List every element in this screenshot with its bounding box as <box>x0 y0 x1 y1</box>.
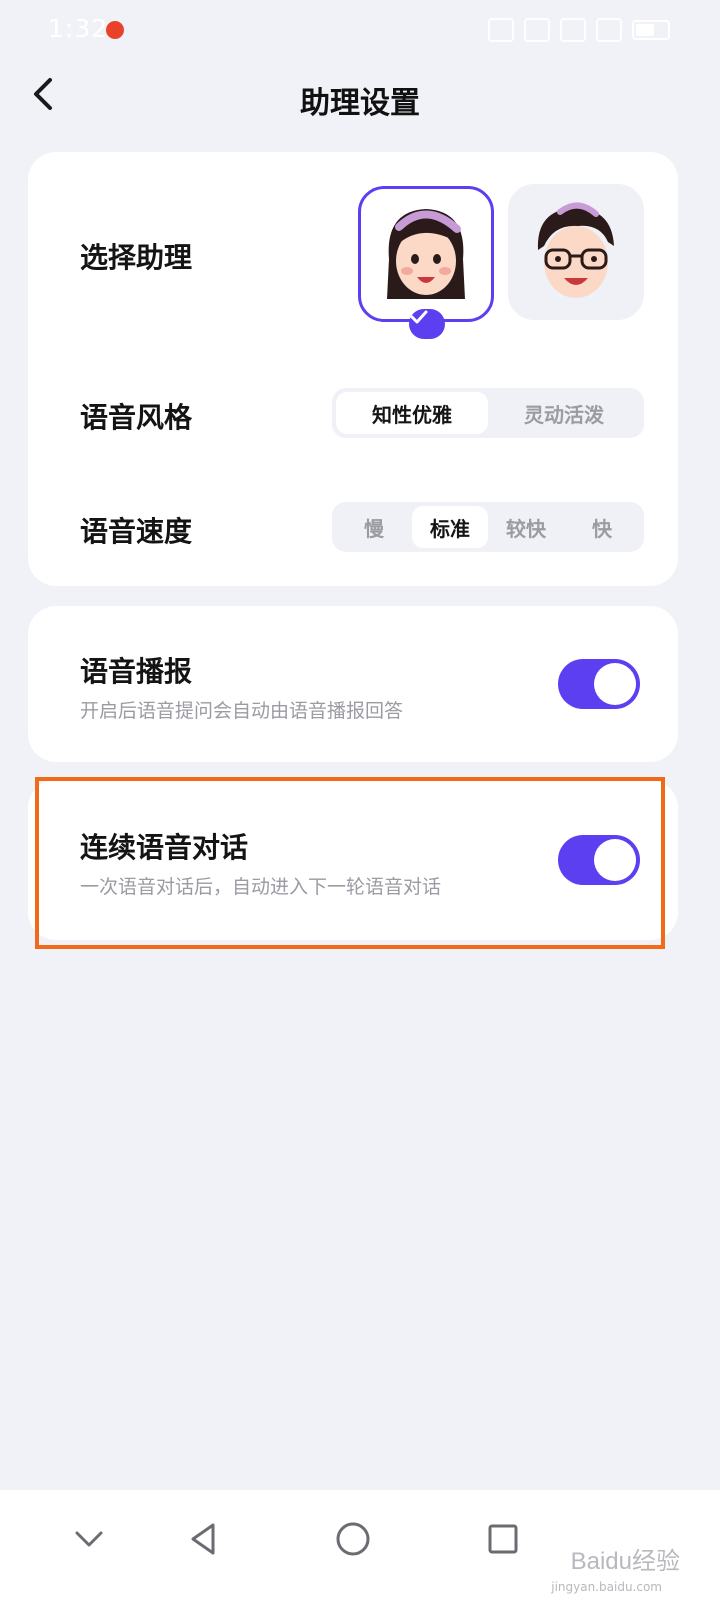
voice-style-label: 语音风格 <box>80 401 193 434</box>
status-icons <box>488 18 670 42</box>
alarm-icon <box>488 18 514 42</box>
status-bar: 1:32 <box>0 0 720 62</box>
watermark: Baidu经验 <box>570 1548 680 1575</box>
voice-style-option[interactable]: 知性优雅 <box>336 392 488 434</box>
nav-back-button[interactable] <box>178 1514 228 1564</box>
signal-icon <box>596 18 622 42</box>
select-assistant-label: 选择助理 <box>80 241 193 274</box>
voice-speed-option[interactable]: 慢 <box>336 506 412 548</box>
selected-check-icon <box>409 309 445 339</box>
voice-style-selector: 知性优雅 灵动活泼 <box>332 388 644 438</box>
male-avatar-icon <box>537 202 614 298</box>
voice-speed-selector: 慢 标准 较快 快 <box>332 502 644 552</box>
back-triangle-icon <box>191 1523 215 1555</box>
voice-speed-option[interactable]: 标准 <box>412 506 488 548</box>
battery-icon <box>632 20 670 40</box>
system-nav-bar: Baidu经验 jingyan.baidu.com <box>0 1490 720 1600</box>
voice-broadcast-title: 语音播报 <box>80 655 193 688</box>
nav-recents-button[interactable] <box>478 1514 528 1564</box>
voice-style-option[interactable]: 灵动活泼 <box>488 392 640 434</box>
status-time: 1:32 <box>48 14 109 43</box>
nav-collapse-button[interactable] <box>64 1514 114 1564</box>
recents-square-icon <box>488 1524 518 1554</box>
page-title: 助理设置 <box>300 86 420 121</box>
app-notification-icon <box>106 21 124 39</box>
voice-speed-option[interactable]: 较快 <box>488 506 564 548</box>
home-circle-icon <box>336 1522 370 1556</box>
highlight-annotation <box>35 777 665 949</box>
voice-speed-label: 语音速度 <box>80 515 193 548</box>
chevron-down-icon <box>75 1531 103 1547</box>
nav-home-button[interactable] <box>328 1514 378 1564</box>
assistant-settings-card: 选择助理 语音风格 知性优雅 灵动活泼 语音速度 慢 标准 较快 快 <box>28 152 678 586</box>
voice-broadcast-description: 开启后语音提问会自动由语音播报回答 <box>80 700 404 722</box>
female-avatar-option[interactable] <box>358 186 494 339</box>
female-avatar-icon <box>387 209 465 299</box>
voice-broadcast-card: 语音播报 开启后语音提问会自动由语音播报回答 <box>28 606 678 762</box>
signal-icon <box>560 18 586 42</box>
toggle-knob <box>594 663 636 705</box>
wifi-icon <box>524 18 550 42</box>
voice-speed-option[interactable]: 快 <box>564 506 640 548</box>
voice-broadcast-toggle[interactable] <box>558 659 640 709</box>
watermark-url: jingyan.baidu.com <box>551 1580 662 1594</box>
male-avatar-option[interactable] <box>508 184 644 320</box>
